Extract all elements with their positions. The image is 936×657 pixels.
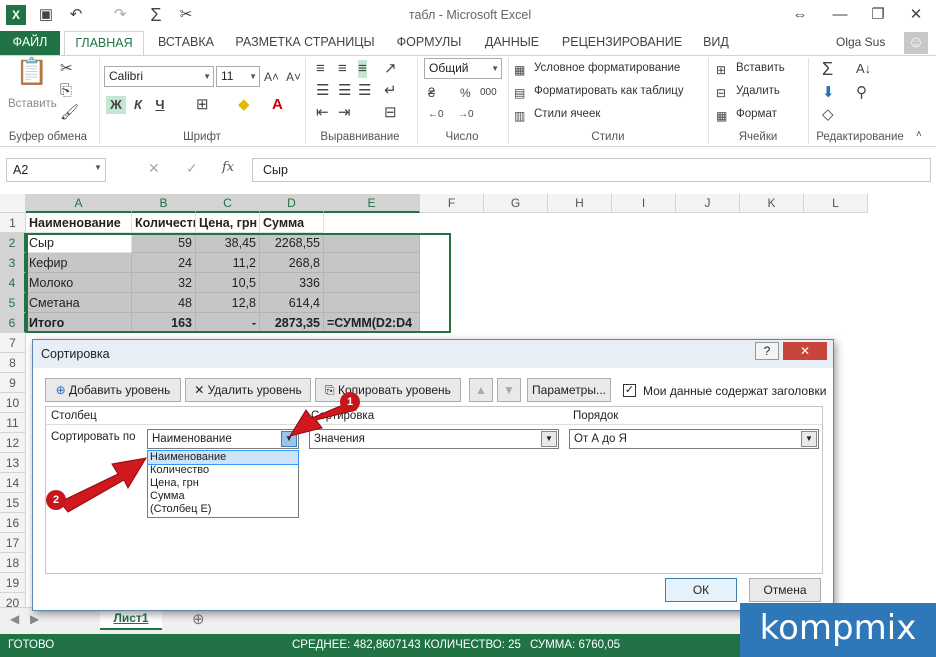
step-badge-2: 2 (46, 490, 66, 510)
annotation-arrows (59, 401, 357, 513)
step-badge-1: 1 (340, 392, 360, 412)
watermark-logo: kompmix (740, 603, 936, 657)
arrow-2 (59, 457, 147, 513)
